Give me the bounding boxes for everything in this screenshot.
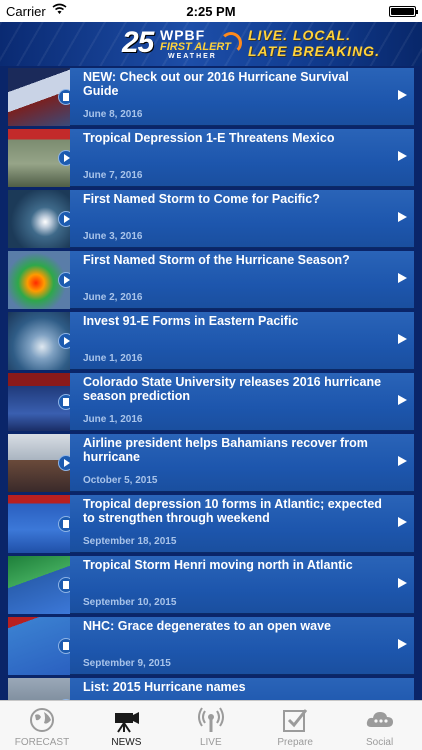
article-thumbnail bbox=[8, 190, 70, 248]
chevron-right-icon bbox=[398, 334, 407, 344]
chevron-right-icon bbox=[398, 90, 407, 100]
article-thumbnail bbox=[8, 251, 70, 309]
article-doc-icon bbox=[58, 516, 70, 532]
article-title: Invest 91-E Forms in Eastern Pacific bbox=[83, 314, 299, 328]
header-banner: 25 WPBF FIRST ALERT WEATHER LIVE. LOCAL.… bbox=[0, 22, 422, 66]
chevron-right-icon bbox=[398, 517, 407, 527]
article-date: September 18, 2015 bbox=[83, 536, 177, 547]
list-item[interactable]: NEW: Check out our 2016 Hurricane Surviv… bbox=[8, 68, 414, 126]
chevron-right-icon bbox=[398, 639, 407, 649]
list-item[interactable]: Tropical Storm Henri moving north in Atl… bbox=[8, 556, 414, 614]
article-date: October 5, 2015 bbox=[83, 475, 158, 486]
broadcast-icon bbox=[196, 707, 226, 733]
article-date: June 1, 2016 bbox=[83, 414, 143, 425]
status-bar: Carrier 2:25 PM bbox=[0, 0, 422, 22]
article-title: Tropical depression 10 forms in Atlantic… bbox=[83, 497, 382, 525]
tab-label: LIVE bbox=[199, 737, 222, 748]
video-play-icon bbox=[58, 211, 70, 227]
chevron-right-icon bbox=[398, 151, 407, 161]
tab-label: Social bbox=[365, 737, 394, 748]
logo-number: 25 bbox=[122, 26, 154, 59]
article-thumbnail bbox=[8, 129, 70, 187]
video-play-icon bbox=[58, 150, 70, 166]
article-date: June 8, 2016 bbox=[83, 109, 143, 120]
list-item[interactable]: NHC: Grace degenerates to an open wave Se… bbox=[8, 617, 414, 675]
chevron-right-icon bbox=[398, 212, 407, 222]
article-thumbnail bbox=[8, 678, 70, 700]
article-thumbnail bbox=[8, 434, 70, 492]
social-cloud-icon bbox=[365, 707, 395, 733]
article-doc-icon bbox=[58, 89, 70, 105]
article-thumbnail bbox=[8, 495, 70, 553]
list-item[interactable]: First Named Storm to Come for Pacific? Ju… bbox=[8, 190, 414, 248]
battery-icon bbox=[389, 6, 418, 17]
checklist-icon bbox=[280, 707, 310, 733]
tab-social[interactable]: Social bbox=[338, 701, 422, 750]
article-title: List: 2015 Hurricane names bbox=[83, 680, 246, 694]
video-play-icon bbox=[58, 333, 70, 349]
list-item[interactable]: Invest 91-E Forms in Eastern Pacific June… bbox=[8, 312, 414, 370]
article-title: First Named Storm to Come for Pacific? bbox=[83, 192, 320, 206]
tab-bar: FORECAST NEWS LIVE Prepare Social bbox=[0, 700, 422, 750]
tab-label: NEWS bbox=[111, 737, 142, 748]
tab-news[interactable]: NEWS bbox=[84, 701, 168, 750]
article-date: June 7, 2016 bbox=[83, 170, 143, 181]
article-thumbnail bbox=[8, 68, 70, 126]
article-doc-icon bbox=[58, 577, 70, 593]
list-item[interactable]: Colorado State University releases 2016 … bbox=[8, 373, 414, 431]
article-date: September 10, 2015 bbox=[83, 597, 177, 608]
article-date: June 3, 2016 bbox=[83, 231, 143, 242]
article-date: June 2, 2016 bbox=[83, 292, 143, 303]
article-thumbnail bbox=[8, 556, 70, 614]
logo-weather: WEATHER bbox=[168, 53, 217, 60]
tab-label: Prepare bbox=[277, 737, 313, 748]
article-list[interactable]: NEW: Check out our 2016 Hurricane Surviv… bbox=[0, 66, 422, 700]
article-title: Tropical Depression 1-E Threatens Mexico bbox=[83, 131, 335, 145]
chevron-right-icon bbox=[398, 456, 407, 466]
slogan-line-1: LIVE. LOCAL. bbox=[248, 27, 351, 43]
station-logo: 25 WPBF FIRST ALERT WEATHER bbox=[116, 26, 242, 62]
status-time: 2:25 PM bbox=[186, 4, 236, 19]
article-title: First Named Storm of the Hurricane Seaso… bbox=[83, 253, 350, 267]
list-item[interactable]: Airline president helps Bahamians recove… bbox=[8, 434, 414, 492]
list-item[interactable]: Tropical Depression 1-E Threatens Mexico… bbox=[8, 129, 414, 187]
chevron-right-icon bbox=[398, 578, 407, 588]
article-title: Tropical Storm Henri moving north in Atl… bbox=[83, 558, 353, 572]
article-doc-icon bbox=[58, 394, 70, 410]
slogan-line-2: LATE BREAKING. bbox=[248, 43, 380, 59]
chevron-right-icon bbox=[398, 395, 407, 405]
list-item[interactable]: List: 2015 Hurricane names bbox=[8, 678, 414, 700]
header-slogan: LIVE. LOCAL. LATE BREAKING. bbox=[248, 27, 418, 59]
article-doc-icon bbox=[58, 638, 70, 654]
video-play-icon bbox=[58, 455, 70, 471]
globe-icon bbox=[27, 707, 57, 733]
article-thumbnail bbox=[8, 617, 70, 675]
tab-live[interactable]: LIVE bbox=[169, 701, 253, 750]
article-title: NHC: Grace degenerates to an open wave bbox=[83, 619, 331, 633]
list-item[interactable]: Tropical depression 10 forms in Atlantic… bbox=[8, 495, 414, 553]
article-date: September 9, 2015 bbox=[83, 658, 171, 669]
list-item[interactable]: First Named Storm of the Hurricane Seaso… bbox=[8, 251, 414, 309]
tab-prepare[interactable]: Prepare bbox=[253, 701, 337, 750]
camera-icon bbox=[111, 707, 141, 733]
article-date: June 1, 2016 bbox=[83, 353, 143, 364]
article-thumbnail bbox=[8, 312, 70, 370]
logo-swirl-icon bbox=[220, 32, 242, 54]
tab-forecast[interactable]: FORECAST bbox=[0, 701, 84, 750]
article-thumbnail bbox=[8, 373, 70, 431]
video-play-icon bbox=[58, 272, 70, 288]
tab-label: FORECAST bbox=[14, 737, 70, 748]
article-title: Colorado State University releases 2016 … bbox=[83, 375, 382, 403]
chevron-right-icon bbox=[398, 273, 407, 283]
article-title: NEW: Check out our 2016 Hurricane Surviv… bbox=[83, 70, 349, 98]
article-title: Airline president helps Bahamians recove… bbox=[83, 436, 368, 464]
